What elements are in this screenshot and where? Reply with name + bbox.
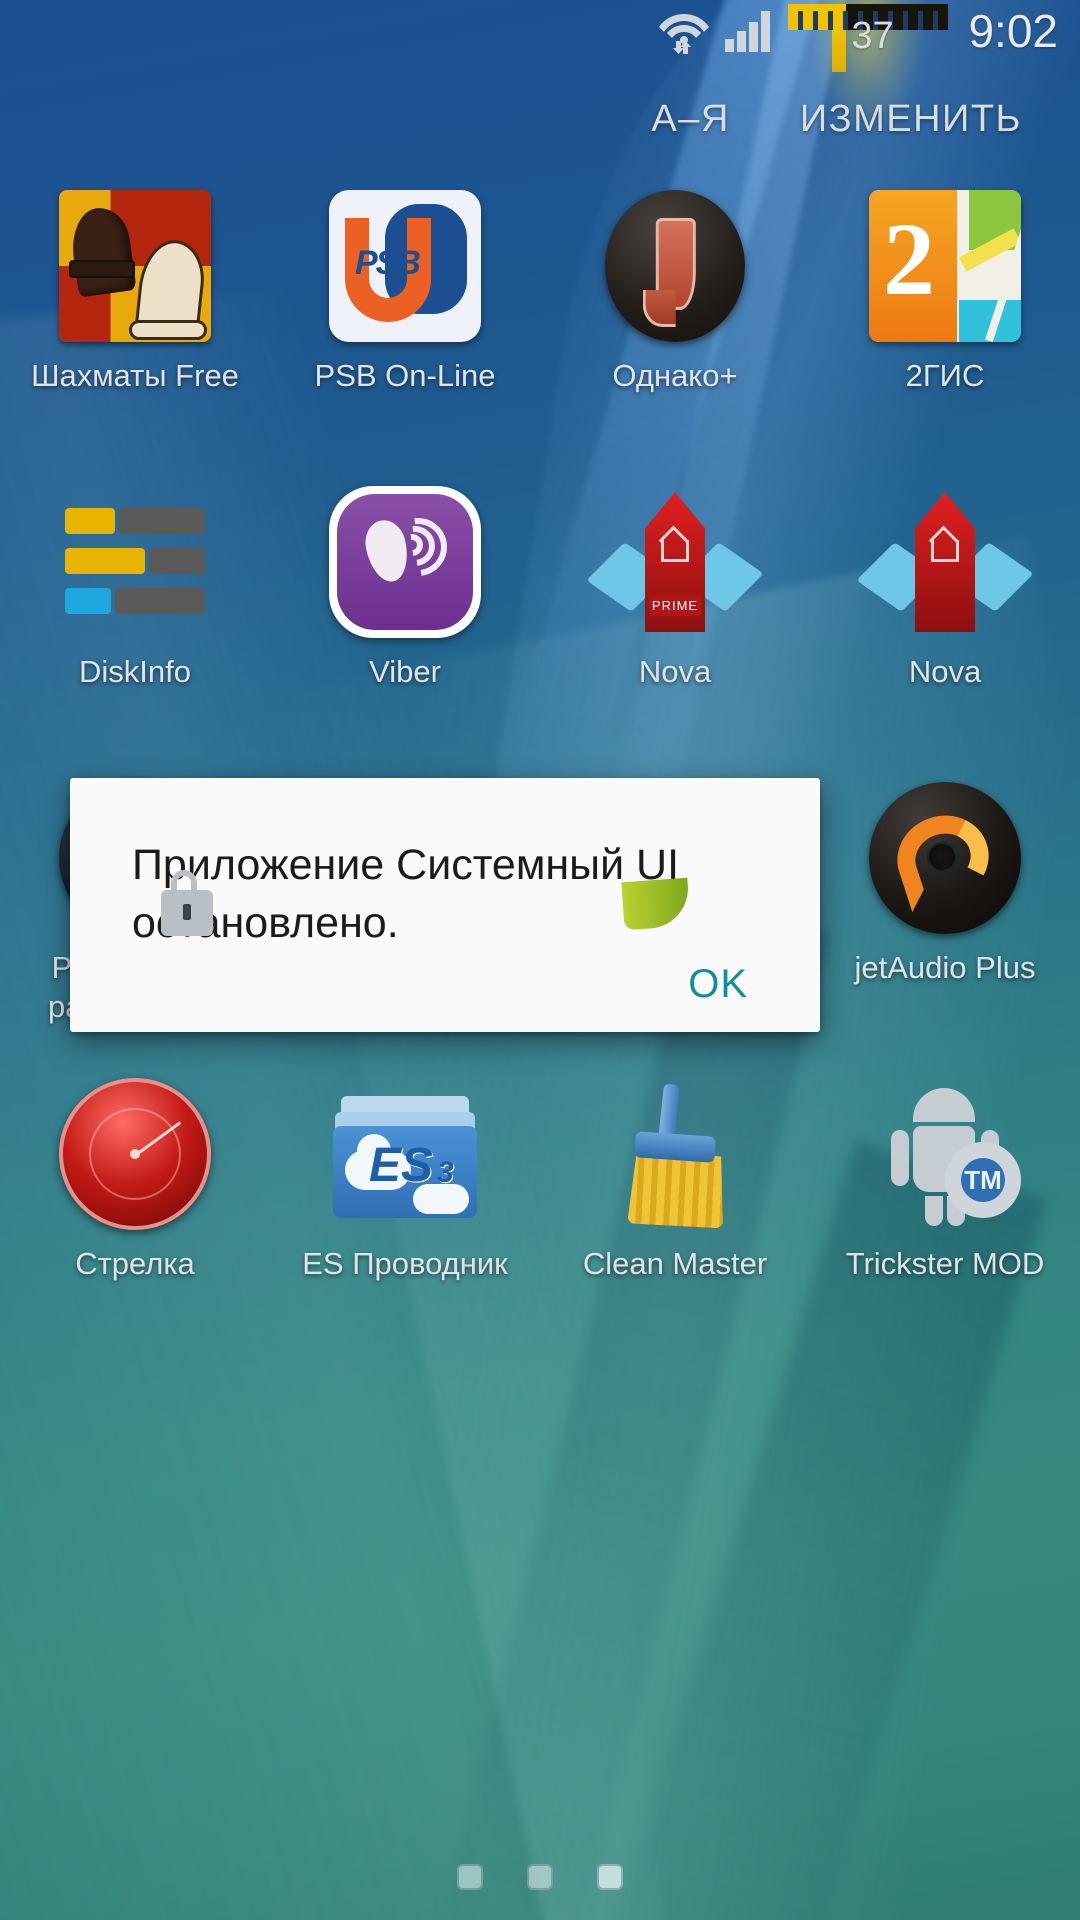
dialog-actions: OK: [70, 952, 820, 1043]
battery-percent-label: 37: [851, 14, 894, 57]
ok-button[interactable]: OK: [676, 952, 760, 1017]
